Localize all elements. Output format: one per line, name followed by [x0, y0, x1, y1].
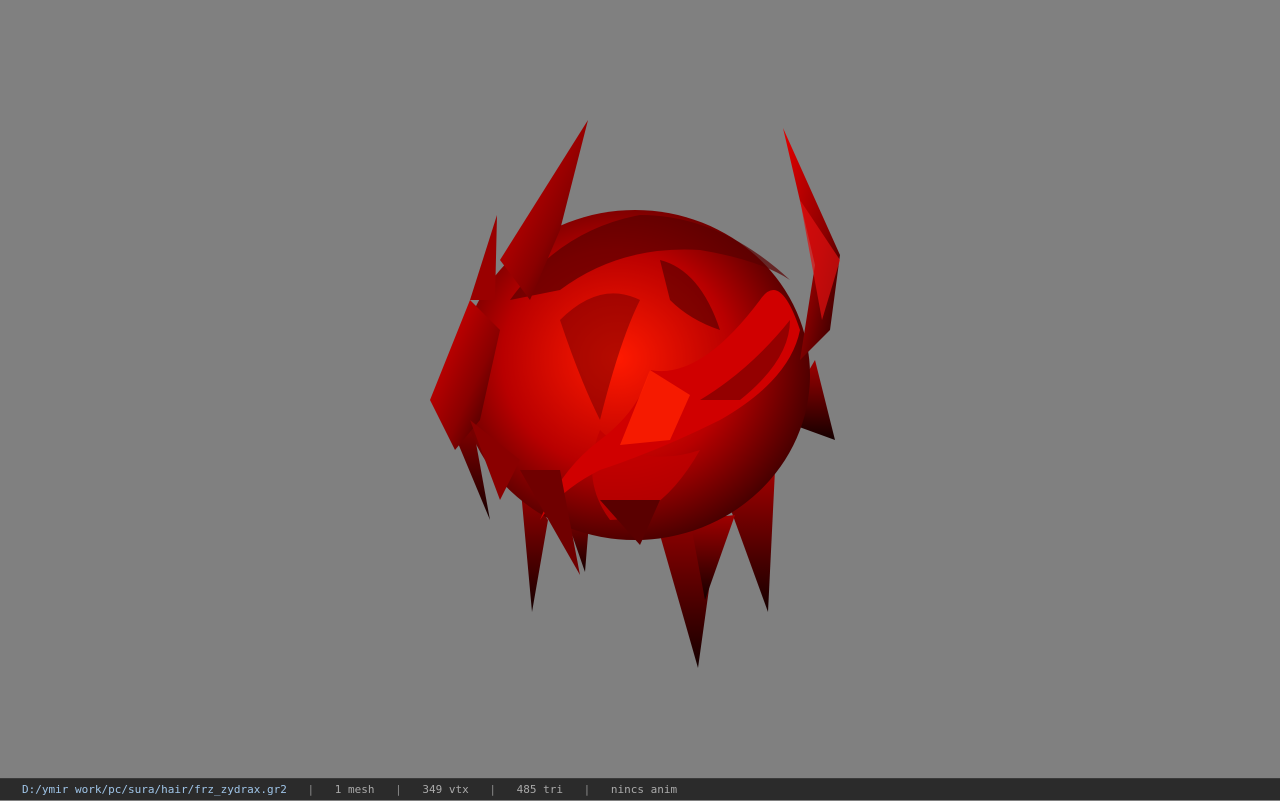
status-separator: |	[489, 783, 497, 796]
animation-status: nincs anim	[610, 783, 678, 796]
triangle-count: 485 tri	[516, 783, 563, 796]
status-separator: |	[395, 783, 402, 796]
status-separator: |	[583, 783, 591, 796]
model-viewport[interactable]	[0, 0, 1280, 778]
mesh-count: 1 mesh	[334, 783, 375, 796]
vertex-count: 349 vtx	[422, 783, 469, 796]
hair-mesh-model[interactable]	[0, 0, 1280, 778]
status-separator: |	[307, 783, 315, 796]
status-bar: D:/ymir work/pc/sura/hair/frz_zydrax.gr2…	[0, 778, 1280, 800]
file-path: D:/ymir work/pc/sura/hair/frz_zydrax.gr2	[22, 783, 287, 796]
